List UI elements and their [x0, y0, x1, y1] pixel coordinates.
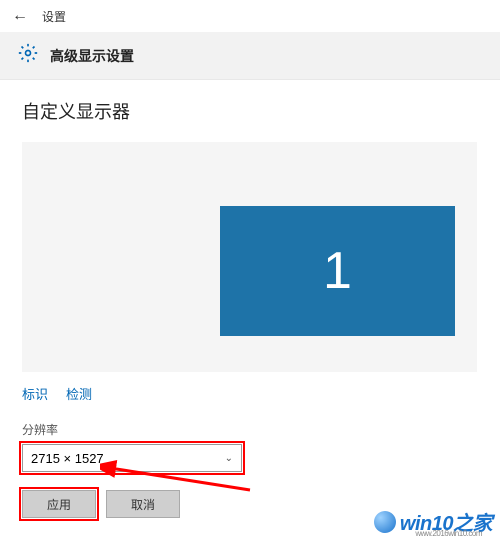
identify-link[interactable]: 标识 [22, 384, 48, 403]
cancel-button[interactable]: 取消 [106, 490, 180, 518]
chevron-down-icon: ⌄ [225, 453, 233, 464]
subheader-title: 高级显示设置 [50, 46, 134, 66]
watermark-url: www.2016win10.com [415, 529, 482, 538]
resolution-dropdown[interactable]: 2715 × 1527 ⌄ [22, 444, 242, 472]
header-title: 设置 [42, 8, 66, 25]
back-button[interactable]: ← [12, 7, 28, 25]
gear-icon [18, 43, 38, 68]
monitor-preview-area: 1 [22, 142, 477, 372]
resolution-label: 分辨率 [22, 421, 478, 438]
watermark: win10之家 www.2016win10.com [374, 507, 492, 536]
resolution-value: 2715 × 1527 [31, 451, 104, 466]
apply-button[interactable]: 应用 [22, 490, 96, 518]
globe-icon [374, 511, 396, 533]
monitor-1-tile[interactable]: 1 [220, 206, 455, 336]
page-title: 自定义显示器 [22, 98, 478, 124]
detect-link[interactable]: 检测 [66, 384, 92, 403]
